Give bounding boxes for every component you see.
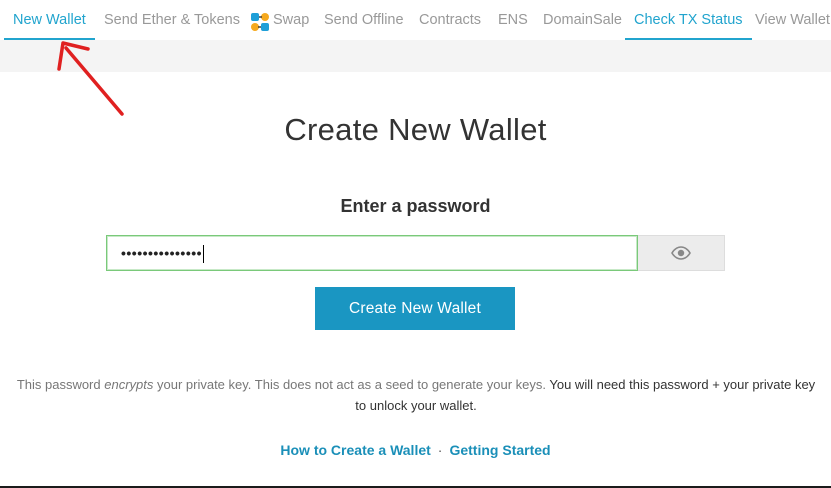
top-nav: New Wallet Send Ether & Tokens Swap Send…: [0, 0, 831, 40]
nav-label: Swap: [273, 12, 310, 28]
password-label: Enter a password: [340, 196, 491, 216]
red-arrow-icon: [57, 41, 124, 116]
info-text-emphasis: encrypts: [104, 377, 154, 392]
nav-domainsale[interactable]: DomainSale: [543, 0, 622, 40]
nav-view-wallet[interactable]: View Wallet: [755, 0, 830, 40]
eye-icon: [671, 246, 691, 260]
nav-ens[interactable]: ENS: [498, 0, 528, 40]
nav-label: DomainSale: [543, 12, 622, 28]
nav-swap[interactable]: Swap: [250, 0, 309, 40]
toggle-password-visibility-button[interactable]: [638, 235, 725, 271]
nav-check-tx-status[interactable]: Check TX Status: [625, 0, 752, 40]
page-title: Create New Wallet: [284, 112, 547, 147]
nav-new-wallet[interactable]: New Wallet: [4, 0, 95, 40]
nav-label: View Wallet: [755, 12, 830, 28]
how-to-create-wallet-link[interactable]: How to Create a Wallet: [280, 442, 430, 458]
nav-label: Check TX Status: [634, 12, 743, 28]
password-value: •••••••••••••••: [121, 245, 203, 261]
nav-label: New Wallet: [13, 12, 86, 28]
nav-send-offline[interactable]: Send Offline: [324, 0, 404, 40]
info-text-1: This password: [16, 377, 105, 392]
page: New Wallet Send Ether & Tokens Swap Send…: [0, 0, 831, 488]
password-info-text: This password encrypts your private key.…: [14, 374, 818, 416]
password-input[interactable]: •••••••••••••••: [106, 235, 638, 271]
nav-label: Send Ether & Tokens: [104, 12, 240, 28]
nav-contracts[interactable]: Contracts: [419, 0, 481, 40]
text-caret: [203, 245, 205, 264]
nav-label: Send Offline: [324, 12, 404, 28]
getting-started-link[interactable]: Getting Started: [449, 442, 550, 458]
nav-label: Contracts: [419, 12, 482, 28]
nav-label: ENS: [498, 12, 528, 28]
info-text-2: your private key. This does not act as a…: [153, 377, 550, 392]
swap-icon: [250, 8, 270, 32]
link-separator: ·: [437, 442, 443, 458]
create-new-wallet-button[interactable]: Create New Wallet: [315, 287, 515, 330]
help-links: How to Create a Wallet · Getting Started: [0, 442, 831, 458]
nav-send-ether-tokens[interactable]: Send Ether & Tokens: [104, 0, 240, 40]
